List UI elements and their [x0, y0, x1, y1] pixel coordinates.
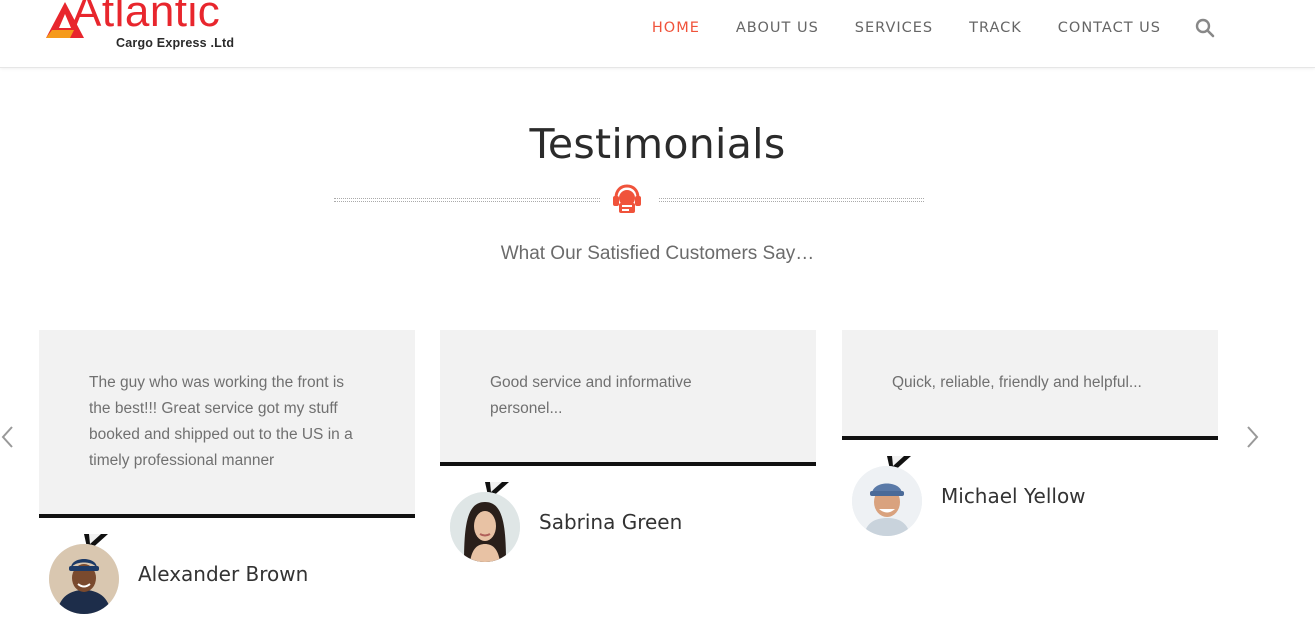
brand-name: Atlantic: [72, 0, 221, 36]
testimonial-author: Alexander Brown: [39, 544, 415, 624]
title-divider-left: [334, 198, 600, 202]
testimonial-quote-box: Good service and informative personel...: [440, 330, 816, 500]
brand-tagline: Cargo Express .Ltd: [116, 36, 235, 50]
testimonial-author-name: Sabrina Green: [539, 510, 683, 534]
main-nav: HOME ABOUT US SERVICES TRACK CONTACT US: [616, 18, 1215, 38]
section-subtitle: What Our Satisfied Customers Say…: [500, 243, 815, 264]
nav-track[interactable]: TRACK: [969, 18, 1022, 38]
avatar: [450, 492, 520, 562]
testimonial-card: The guy who was working the front is the…: [39, 330, 415, 624]
testimonial-author-name: Michael Yellow: [941, 484, 1086, 508]
testimonial-author-name: Alexander Brown: [138, 562, 309, 586]
nav-about-us[interactable]: ABOUT US: [736, 18, 819, 38]
testimonial-card: Good service and informative personel...…: [440, 330, 816, 572]
testimonial-quote-box: The guy who was working the front is the…: [39, 330, 415, 552]
testimonial-card: Quick, reliable, friendly and helpful...…: [842, 330, 1218, 546]
testimonial-author: Sabrina Green: [440, 492, 816, 572]
search-icon[interactable]: [1195, 18, 1215, 38]
site-header: Atlantic Cargo Express .Ltd HOME ABOUT U…: [0, 0, 1315, 68]
section-title: Testimonials: [529, 120, 786, 168]
testimonial-quote: Quick, reliable, friendly and helpful...: [892, 374, 1142, 391]
brand-logo[interactable]: Atlantic Cargo Express .Ltd: [44, 0, 254, 60]
testimonial-quote: Good service and informative personel...: [490, 374, 692, 417]
nav-home[interactable]: HOME: [652, 18, 700, 38]
chevron-left-icon[interactable]: [0, 424, 16, 450]
avatar: [49, 544, 119, 614]
testimonial-author: Michael Yellow: [842, 466, 1218, 546]
chevron-right-icon[interactable]: [1244, 424, 1260, 450]
title-divider-right: [659, 198, 924, 202]
testimonial-quote: The guy who was working the front is the…: [89, 374, 353, 469]
headset-support-icon: [613, 184, 641, 213]
nav-services[interactable]: SERVICES: [855, 18, 933, 38]
avatar: [852, 466, 922, 536]
testimonial-quote-box: Quick, reliable, friendly and helpful...: [842, 330, 1218, 474]
nav-contact-us[interactable]: CONTACT US: [1058, 18, 1161, 38]
